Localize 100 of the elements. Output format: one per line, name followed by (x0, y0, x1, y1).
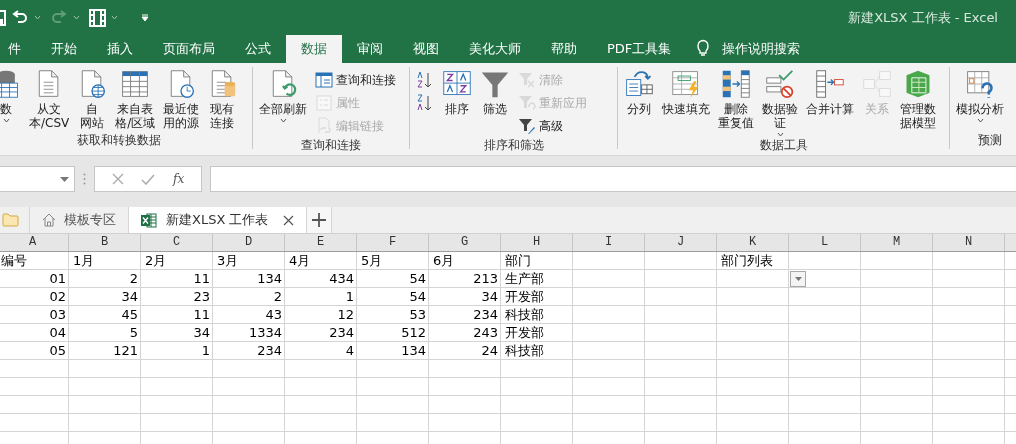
ribbon-tab[interactable]: 页面布局 (148, 35, 230, 63)
grip-icon (83, 173, 86, 185)
tell-me-search[interactable]: 操作说明搜索 (722, 35, 801, 63)
table-cell-text: 5 (128, 324, 139, 342)
lightbulb-icon[interactable] (696, 39, 711, 57)
table-cell-text: 科技部 (504, 342, 545, 360)
table-cell-text: 02 (48, 288, 67, 306)
ribbon-tab[interactable]: PDF工具集 (592, 35, 687, 63)
ribbon-group-label: 预测 (976, 132, 1003, 149)
ribbon-group-label: 查询和连接 (300, 137, 362, 154)
document-tab[interactable]: 新建XLSX 工作表 (128, 207, 307, 233)
table-cell-text: 54 (408, 270, 427, 288)
ribbon-button[interactable]: 现有连接 (204, 67, 241, 132)
column-header[interactable]: B (69, 234, 141, 251)
check-icon (765, 69, 795, 99)
ribbon-button[interactable]: 管理数据模型 (897, 67, 939, 137)
ribbon-tab[interactable]: 公式 (230, 35, 286, 63)
table-cell-text: 43 (264, 306, 283, 324)
table-cell-text: 4月 (288, 252, 312, 270)
ribbon-tab[interactable]: 数据 (286, 35, 342, 63)
column-header[interactable]: J (645, 234, 717, 251)
ribbon-button[interactable]: 模拟分析 (953, 67, 1007, 132)
column-header[interactable]: A (0, 234, 69, 251)
table-cell-text: 部门列表 (720, 252, 774, 270)
column-header[interactable]: M (861, 234, 933, 251)
column-header[interactable]: H (501, 234, 573, 251)
ribbon-tab[interactable]: 插入 (92, 35, 148, 63)
ribbon-tab[interactable]: 帮助 (536, 35, 592, 63)
close-icon[interactable] (283, 214, 295, 226)
ribbon-tab[interactable]: 件 (0, 35, 36, 63)
ribbon-button[interactable]: 从文本/CSV (26, 67, 73, 132)
ribbon-button[interactable]: 来自表格/区域 (112, 67, 159, 132)
ribbon-button[interactable]: 高级 (515, 115, 590, 137)
dropdown-arrow-icon (60, 177, 69, 182)
formula-input[interactable] (210, 166, 1016, 192)
column-header[interactable]: D (213, 234, 285, 251)
table-cell-text: 23 (192, 288, 211, 306)
ribbon-tab[interactable]: 美化大师 (454, 35, 536, 63)
undo-icon[interactable] (11, 9, 29, 26)
table-cell-text: 234 (256, 342, 283, 360)
ribbon-button[interactable]: 数据验证 (759, 67, 801, 137)
caret-icon (776, 132, 784, 137)
ribbon-button[interactable]: 全部刷新 (256, 67, 310, 137)
table-cell-text: 4 (344, 342, 355, 360)
caret-icon (279, 118, 287, 123)
tab-label: 模板专区 (64, 211, 116, 229)
table-cell-text: 1 (200, 342, 211, 360)
table-cell-text: 03 (48, 306, 67, 324)
new-tab-button[interactable] (306, 207, 333, 233)
customize-icon[interactable] (141, 13, 149, 22)
table-cell-text: 34 (480, 288, 499, 306)
table-cell-text: 3月 (216, 252, 240, 270)
home-icon (42, 213, 56, 227)
table-cell-text: 512 (400, 324, 427, 342)
table-cell-text: 243 (472, 324, 499, 342)
column-header[interactable]: E (285, 234, 357, 251)
ribbon-button[interactable]: 合并计算 (803, 67, 857, 137)
tab-label: 新建XLSX 工作表 (166, 211, 269, 229)
ribbon-button[interactable]: 快速填充 (659, 67, 713, 137)
table-cell-text: 134 (256, 270, 283, 288)
ribbon-button[interactable]: 分列 (621, 67, 657, 137)
ribbon-button[interactable]: 排序 (439, 67, 475, 137)
table-cell-text: 434 (328, 270, 355, 288)
table-cell-text: 2月 (144, 252, 168, 270)
table-cell-text: 1月 (72, 252, 96, 270)
table-cell-text: 34 (120, 288, 139, 306)
column-header[interactable]: K (717, 234, 789, 251)
table-cell-text: 编号 (0, 252, 28, 270)
caret-icon[interactable] (34, 15, 41, 20)
column-header[interactable]: I (573, 234, 645, 251)
table-cell-text: 01 (48, 270, 67, 288)
ribbon-tab[interactable]: 视图 (398, 35, 454, 63)
table-cell-text: 34 (192, 324, 211, 342)
table-cell-text: 05 (48, 342, 67, 360)
column-header[interactable]: L (789, 234, 861, 251)
film-strip-icon[interactable] (89, 8, 106, 27)
column-header[interactable]: F (357, 234, 429, 251)
ribbon-button[interactable]: 数 (0, 67, 24, 132)
dropdown-button[interactable] (790, 271, 806, 287)
caret-icon (976, 118, 984, 123)
ribbon-button[interactable]: 自网站 (74, 67, 111, 132)
table-cell-text: 54 (408, 288, 427, 306)
caret-icon[interactable] (73, 15, 80, 20)
column-header[interactable]: N (933, 234, 1005, 251)
ribbon-button[interactable]: 最近使用的源 (160, 67, 203, 132)
column-header[interactable]: G (429, 234, 501, 251)
ribbon-button[interactable]: 删除重复值 (715, 67, 757, 137)
az-icon (416, 71, 434, 89)
clear-icon (518, 71, 536, 89)
ribbon-button[interactable]: 查询和连接 (312, 69, 399, 91)
plus-icon (312, 213, 327, 227)
ribbon-tab[interactable]: 开始 (36, 35, 92, 63)
insert-function-button[interactable]: fx (173, 172, 185, 186)
ribbon-button[interactable]: 筛选 (477, 67, 513, 137)
column-header[interactable]: C (141, 234, 213, 251)
cancel-icon[interactable] (111, 173, 124, 185)
table-cell-text: 121 (112, 342, 139, 360)
caret-icon[interactable] (111, 15, 118, 20)
check-icon[interactable] (141, 173, 156, 185)
ribbon-tab[interactable]: 审阅 (342, 35, 398, 63)
